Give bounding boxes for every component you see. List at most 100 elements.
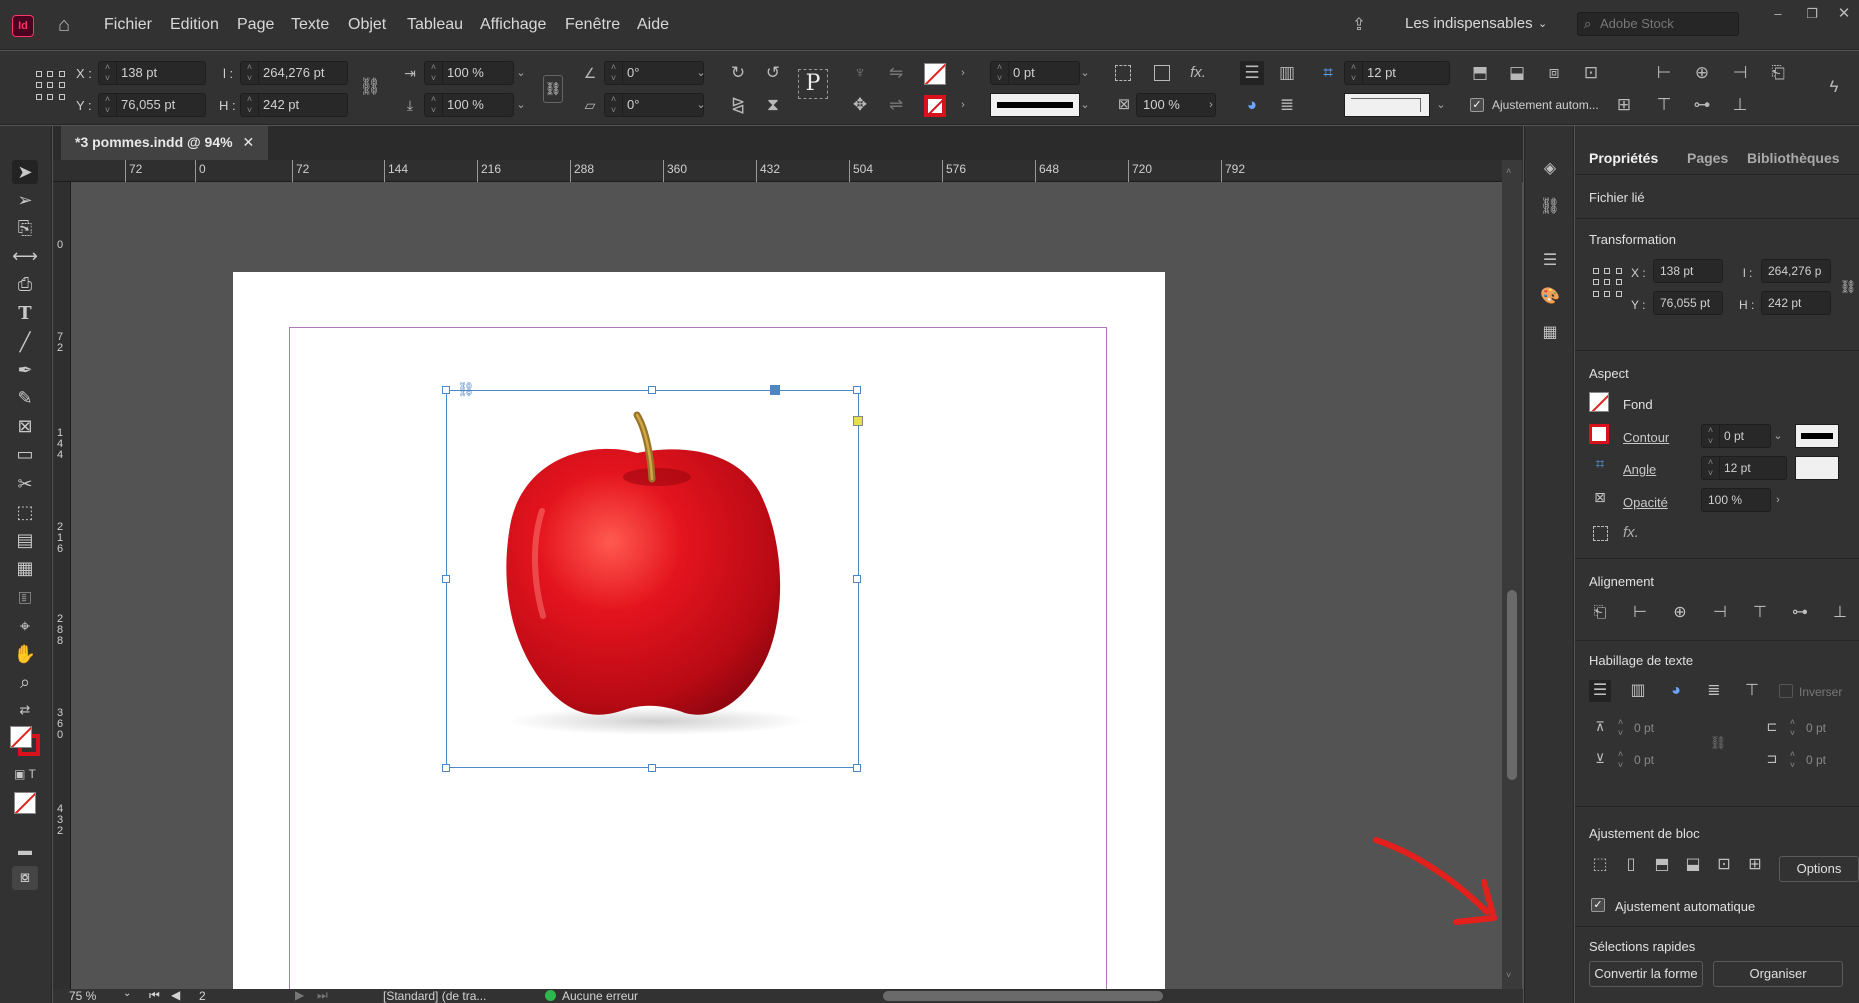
wrap-top-stepper-icon[interactable]: ˄ ˅ [1612, 717, 1630, 739]
height-field[interactable]: ˄ ˅ 242 pt [240, 93, 348, 117]
pen-tool-icon[interactable]: ✒ [12, 358, 38, 382]
select-container-icon[interactable]: ♆ [848, 61, 872, 85]
panel-align-top-icon[interactable]: ⊤ [1749, 602, 1771, 624]
select-previous-icon[interactable]: ⇋ [884, 61, 908, 85]
frame-handle-bottom-center[interactable] [648, 764, 656, 772]
panel-align-right-icon[interactable]: ⊣ [1709, 602, 1731, 624]
adobe-stock-search[interactable]: ⌕ Adobe Stock [1577, 12, 1739, 36]
panel-corner-shape-selector[interactable] [1795, 456, 1839, 480]
links-icon[interactable]: ⛓ [1539, 196, 1561, 218]
panel-corner-stepper-icon[interactable]: ˄ ˅ [1702, 457, 1720, 479]
stroke-type-selector[interactable] [990, 93, 1080, 117]
panel-center-content-icon[interactable]: ⊡ [1713, 854, 1735, 876]
selected-graphic-frame[interactable]: ⛓ [442, 382, 863, 772]
panel-height-field[interactable]: 242 pt [1761, 291, 1831, 315]
corner-size-field[interactable]: ˄ ˅ 12 pt [1344, 61, 1450, 85]
panel-fit-content-to-frame-icon[interactable]: ⬓ [1682, 854, 1704, 876]
gradient-swatch-tool-icon[interactable]: ▤ [12, 528, 38, 552]
scale-x-field[interactable]: ˄ ˅ 100 % [424, 61, 514, 85]
fx-icon[interactable]: fx. [1186, 61, 1210, 85]
height-stepper-icon[interactable]: ˄ ˅ [241, 94, 259, 116]
home-icon[interactable]: ⌂ [52, 13, 76, 37]
width-stepper-icon[interactable]: ˄ ˅ [241, 62, 259, 84]
x-field[interactable]: ˄ ˅ 138 pt [98, 61, 206, 85]
panel-reference-point-icon[interactable] [1593, 268, 1623, 298]
scroll-up-icon[interactable]: ˄ [1506, 166, 1511, 176]
swap-fill-stroke-icon[interactable]: ⇄ [12, 698, 38, 722]
scale-y-field[interactable]: ˄ ˅ 100 % [424, 93, 514, 117]
fit-frame-to-content-icon[interactable]: ⬒ [1468, 61, 1492, 85]
panel-wrap-jump-icon[interactable]: ≣ [1703, 680, 1725, 702]
frame-fitting-icon[interactable] [1115, 65, 1131, 81]
constrain-scale-icon[interactable]: ⛓ [543, 75, 563, 103]
align-right-icon[interactable]: ⊣ [1728, 61, 1752, 85]
flip-vertical-icon[interactable]: ⧗ [761, 93, 785, 117]
document-page[interactable]: ⛓ [233, 272, 1165, 989]
hand-tool-icon[interactable]: ✋ [12, 642, 38, 666]
panel-align-to-icon[interactable]: ⎗ [1589, 602, 1611, 624]
note-tool-icon[interactable]: 🗉 [12, 586, 38, 610]
wrap-none-icon[interactable]: ☰ [1240, 61, 1264, 85]
align-bottom-icon[interactable]: ⊥ [1728, 93, 1752, 117]
formatting-container-icon[interactable]: ▣ T [12, 762, 38, 786]
panel-wrap-bbox-icon[interactable]: ▥ [1627, 680, 1649, 702]
gap-tool-icon[interactable]: ⟷ [12, 244, 38, 268]
lightning-icon[interactable]: ϟ [1822, 75, 1846, 99]
frame-handle-middle-right[interactable] [853, 575, 861, 583]
panel-fill-frame-icon[interactable]: ⬚ [1589, 854, 1611, 876]
convert-shape-button[interactable]: Convertir la forme [1589, 961, 1703, 987]
page-tool-icon[interactable]: ⎘ [12, 216, 38, 240]
panel-stroke-type-selector[interactable] [1795, 424, 1839, 448]
panel-x-field[interactable]: 138 pt [1653, 259, 1723, 283]
zoom-level[interactable]: 75 % [69, 989, 96, 1003]
shear-stepper-icon[interactable]: ˄ ˅ [605, 94, 623, 116]
fit-proportionally-icon[interactable]: ⧈ [1542, 61, 1566, 85]
opacity-link[interactable]: Opacité [1623, 495, 1668, 510]
panel-wrap-none-icon[interactable]: ☰ [1589, 680, 1611, 702]
stroke-link[interactable]: Contour [1623, 430, 1669, 445]
panel-fill-swatch-icon[interactable] [1589, 392, 1609, 412]
scale-x-stepper-icon[interactable]: ˄ ˅ [425, 62, 443, 84]
menu-aide[interactable]: Aide [637, 16, 669, 34]
share-icon[interactable]: ⇪ [1347, 13, 1371, 37]
panel-stroke-weight-field[interactable]: ˄ ˅ 0 pt [1701, 424, 1771, 448]
rotate-field[interactable]: ˄ ˅ 0° [604, 61, 704, 85]
zoom-tool-icon[interactable]: ⌕ [12, 670, 38, 694]
stroke-weight-field[interactable]: ˄ ˅ 0 pt [990, 61, 1080, 85]
rotate-ccw-icon[interactable]: ↺ [761, 61, 785, 85]
close-tab-icon[interactable]: ✕ [242, 134, 254, 150]
panel-auto-fit-checkbox[interactable]: ✓ [1591, 898, 1605, 912]
fill-frame-proportionally-icon[interactable]: ⊡ [1579, 61, 1603, 85]
panel-stroke-weight-dropdown-icon[interactable]: ⌄ [1769, 424, 1787, 448]
center-content-icon[interactable]: ⊞ [1612, 93, 1636, 117]
panel-fit-content-proportionally-icon[interactable]: ▯ [1620, 854, 1642, 876]
menu-edition[interactable]: Edition [170, 16, 219, 34]
wrap-right-stepper-icon[interactable]: ˄ ˅ [1784, 749, 1802, 771]
first-page-icon[interactable]: ⏮ [149, 988, 160, 1003]
panel-stroke-swatch-icon[interactable] [1589, 424, 1609, 444]
selection-tool-icon[interactable]: ➤ [12, 160, 38, 184]
panel-corner-icon[interactable]: ⌗ [1589, 454, 1611, 476]
tab-proprietes[interactable]: Propriétés [1589, 150, 1658, 166]
menu-objet[interactable]: Objet [348, 16, 386, 34]
frame-handle-bottom-left[interactable] [442, 764, 450, 772]
select-next-icon[interactable]: ⇌ [884, 93, 908, 117]
align-left-icon[interactable]: ⊢ [1652, 61, 1676, 85]
corner-options-icon[interactable]: ⌗ [1316, 61, 1340, 85]
fitting-options-button[interactable]: Options [1779, 856, 1859, 882]
wrap-bounding-box-icon[interactable]: ▥ [1275, 61, 1299, 85]
frame-handle-top-center[interactable] [648, 386, 656, 394]
shadow-icon[interactable] [1154, 65, 1170, 81]
horizontal-scroll-thumb[interactable] [883, 991, 1163, 1001]
content-collector-icon[interactable]: ⎙ [12, 272, 38, 296]
menu-fenetre[interactable]: Fenêtre [565, 16, 620, 34]
fill-stroke-proxy-icon[interactable] [10, 726, 42, 758]
panel-align-hcenter-icon[interactable]: ⊕ [1669, 602, 1691, 624]
apply-none-icon[interactable] [14, 792, 36, 814]
stroke-swatch-icon[interactable] [924, 95, 946, 117]
cc-libraries-icon[interactable]: ▦ [1539, 322, 1561, 344]
close-window-icon[interactable]: ✕ [1832, 2, 1856, 26]
align-vcenter-icon[interactable]: ⊶ [1690, 93, 1714, 117]
wrap-right-field[interactable]: ˄ ˅ 0 pt [1783, 748, 1853, 772]
flip-horizontal-icon[interactable]: ⧎ [726, 93, 750, 117]
